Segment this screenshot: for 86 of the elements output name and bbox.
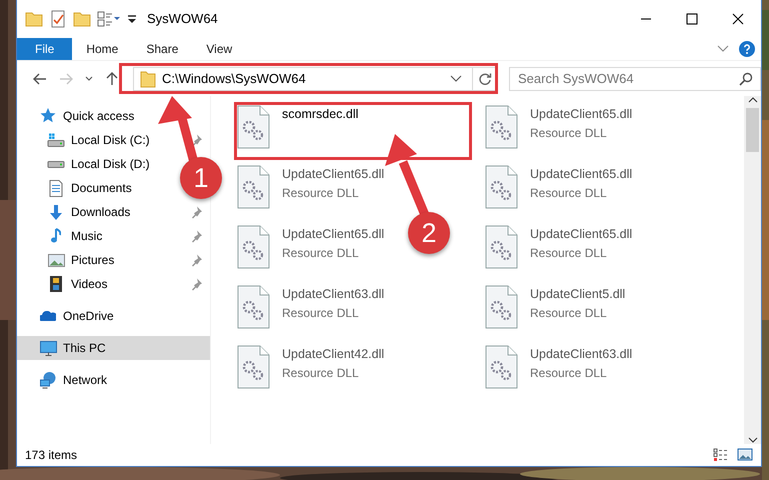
address-bar[interactable]: C:\Windows\SysWOW64	[133, 66, 474, 90]
scrollbar[interactable]	[744, 96, 761, 444]
folder-icon[interactable]	[25, 10, 43, 28]
file-name[interactable]: UpdateClient5.dll	[530, 285, 626, 304]
search-icon[interactable]	[739, 72, 753, 86]
gear-file-icon[interactable]	[485, 105, 518, 149]
nav-item[interactable]: Documents	[71, 179, 132, 197]
scroll-up-icon[interactable]	[748, 96, 758, 104]
ribbon-tab[interactable]: Home	[72, 38, 132, 60]
gear-file-icon[interactable]	[237, 105, 270, 149]
scroll-down-icon[interactable]	[748, 436, 758, 444]
new-folder-icon[interactable]	[73, 10, 91, 28]
nav-item[interactable]: Pictures	[71, 251, 114, 269]
file-type: Resource DLL	[282, 244, 360, 262]
file-name[interactable]: UpdateClient65.dll	[282, 225, 384, 244]
file-type: Resource DLL	[530, 124, 608, 142]
item-count: 173 items	[25, 447, 78, 464]
nav-item[interactable]: Local Disk (D:)	[71, 155, 150, 173]
picture-icon	[48, 254, 64, 266]
film-icon	[50, 276, 62, 292]
ribbon-tab[interactable]: Share	[132, 38, 192, 60]
gear-file-icon[interactable]	[237, 225, 270, 269]
up-icon	[104, 70, 120, 86]
document-icon	[49, 180, 63, 196]
properties-icon[interactable]	[49, 10, 67, 28]
pin-icon[interactable]	[191, 206, 202, 218]
pin-icon[interactable]	[191, 230, 202, 242]
cloud-icon	[40, 311, 56, 321]
folder-icon	[140, 70, 156, 88]
file-name[interactable]: UpdateClient63.dll	[282, 285, 384, 304]
gear-file-icon[interactable]	[237, 165, 270, 209]
pin-icon[interactable]	[191, 254, 202, 266]
file-name[interactable]: UpdateClient65.dll	[530, 165, 632, 184]
file-name[interactable]: scomrsdec.dll	[282, 105, 358, 124]
search-field[interactable]: Search SysWOW64	[509, 66, 761, 90]
nav-item[interactable]: Local Disk (C:)	[71, 131, 150, 149]
file-name[interactable]: UpdateClient63.dll	[530, 345, 632, 364]
file-type: Resource DLL	[282, 184, 360, 202]
address-path: C:\Windows\SysWOW64	[162, 70, 307, 88]
close-icon	[732, 13, 744, 25]
nav-item[interactable]: This PC	[63, 339, 106, 357]
help-icon[interactable]	[739, 41, 755, 57]
pin-icon[interactable]	[191, 278, 202, 290]
file-type: Resource DLL	[530, 304, 608, 322]
maximize-icon	[686, 13, 698, 25]
file-type: Resource DLL	[282, 364, 360, 382]
nav-item[interactable]: OneDrive	[63, 307, 114, 325]
file-name[interactable]: UpdateClient65.dll	[282, 165, 384, 184]
gear-file-icon[interactable]	[485, 345, 518, 389]
drive-icon	[47, 133, 65, 147]
view-options-icon[interactable]	[97, 10, 121, 28]
ribbon-tab[interactable]: View	[192, 38, 246, 60]
nav-item[interactable]: Videos	[71, 275, 108, 293]
network-icon	[40, 372, 56, 388]
gear-file-icon[interactable]	[237, 345, 270, 389]
large-icons-view-icon[interactable]	[737, 448, 753, 462]
back-icon	[32, 70, 48, 86]
gear-file-icon[interactable]	[485, 285, 518, 329]
nav-item[interactable]: Music	[71, 227, 102, 245]
window-title: SysWOW64	[147, 10, 218, 28]
file-type: Resource DLL	[530, 244, 608, 262]
nav-item[interactable]: Network	[63, 371, 108, 389]
monitor-icon	[40, 340, 56, 356]
refresh-button[interactable]	[473, 66, 497, 90]
gear-file-icon[interactable]	[485, 165, 518, 209]
music-note-icon	[51, 228, 61, 244]
file-type: Resource DLL	[530, 364, 608, 382]
file-name[interactable]: UpdateClient65.dll	[530, 105, 632, 124]
gear-file-icon[interactable]	[237, 285, 270, 329]
file-menu-button[interactable]: File	[17, 38, 72, 60]
star-icon	[39, 108, 57, 124]
pin-icon[interactable]	[191, 134, 202, 146]
forward-icon	[58, 70, 74, 86]
nav-item[interactable]: Quick access	[63, 107, 134, 125]
download-arrow-icon	[50, 204, 62, 220]
scrollbar-thumb[interactable]	[746, 108, 759, 152]
file-name[interactable]: UpdateClient42.dll	[282, 345, 384, 364]
refresh-icon	[478, 72, 492, 86]
expand-ribbon-icon[interactable]	[717, 45, 729, 53]
file-name[interactable]: UpdateClient65.dll	[530, 225, 632, 244]
gear-file-icon[interactable]	[485, 225, 518, 269]
nav-item[interactable]: Downloads	[71, 203, 130, 221]
dropdown-chevron-icon[interactable]	[450, 74, 462, 82]
file-type: Resource DLL	[282, 304, 360, 322]
drive-icon	[47, 160, 65, 168]
file-type: Resource DLL	[530, 184, 608, 202]
